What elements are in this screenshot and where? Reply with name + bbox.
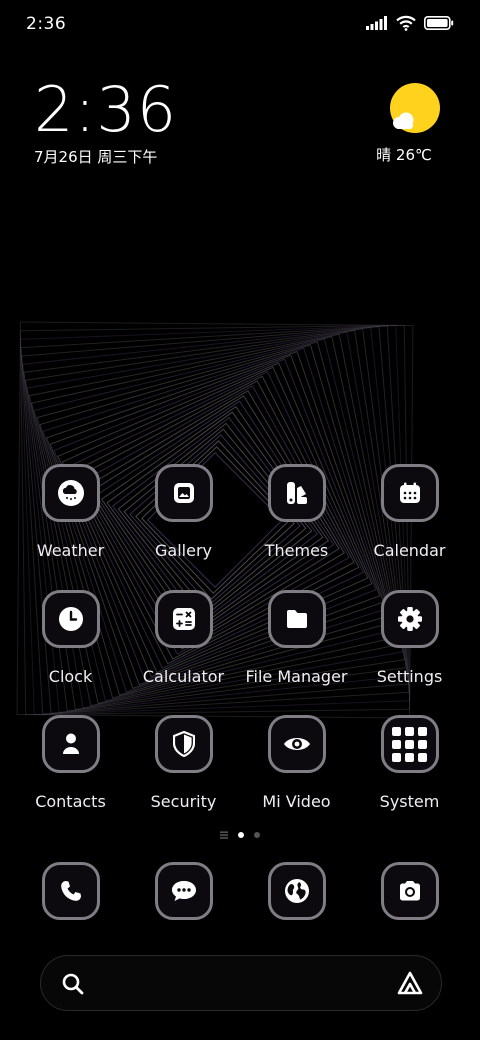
calculator-icon: [172, 608, 195, 630]
app-system-folder[interactable]: System: [353, 715, 466, 811]
app-icon-frame[interactable]: [154, 590, 213, 648]
app-mi-video[interactable]: Mi Video: [240, 715, 353, 811]
widget-date: 7月26日 周三下午: [34, 148, 158, 166]
app-icon-frame[interactable]: [41, 862, 100, 920]
app-contacts[interactable]: Contacts: [14, 715, 127, 811]
app-weather[interactable]: Weather: [14, 464, 127, 560]
app-label: Themes: [264, 541, 329, 560]
app-icon-frame[interactable]: [41, 590, 100, 648]
app-file-manager[interactable]: File Manager: [240, 590, 353, 686]
app-clock[interactable]: Clock: [14, 590, 127, 686]
gear-icon: [397, 607, 422, 631]
status-time: 2:36: [26, 14, 67, 34]
weather-label: 晴 26℃: [376, 146, 432, 164]
app-icon-frame[interactable]: [41, 715, 100, 773]
app-label: Calendar: [373, 541, 446, 560]
eye-icon: [283, 738, 310, 750]
signal-icon: [366, 16, 387, 30]
app-security[interactable]: Security: [127, 715, 240, 811]
dock-browser[interactable]: [240, 862, 353, 920]
status-bar: 2:36: [0, 0, 480, 50]
app-label: Clock: [48, 667, 93, 686]
app-drawer-lines-icon: [220, 831, 228, 839]
widget-time: 2:36: [34, 73, 178, 146]
app-icon-frame[interactable]: [380, 715, 439, 773]
person-icon: [62, 733, 79, 754]
app-label: File Manager: [245, 667, 348, 686]
themes-icon: [286, 482, 307, 504]
app-label: Security: [150, 792, 217, 811]
page-dot[interactable]: [254, 832, 260, 838]
dock-camera[interactable]: [353, 862, 466, 920]
app-themes[interactable]: Themes: [240, 464, 353, 560]
app-icon-frame[interactable]: [380, 862, 439, 920]
app-icon-frame[interactable]: [154, 715, 213, 773]
app-label: Weather: [36, 541, 105, 560]
app-label: Mi Video: [262, 792, 331, 811]
app-icon-frame[interactable]: [154, 862, 213, 920]
search-bar[interactable]: [40, 955, 442, 1011]
app-label: Settings: [376, 667, 443, 686]
battery-icon: [424, 16, 454, 30]
dock-messages[interactable]: [127, 862, 240, 920]
app-icon-frame[interactable]: [267, 862, 326, 920]
folder-icon: [286, 610, 307, 628]
app-icon-frame[interactable]: [380, 464, 439, 522]
shield-icon: [172, 731, 195, 757]
app-icon-frame[interactable]: [380, 590, 439, 648]
wifi-icon: [396, 15, 416, 31]
app-settings[interactable]: Settings: [353, 590, 466, 686]
app-icon-frame[interactable]: [267, 590, 326, 648]
page-indicator[interactable]: [0, 828, 480, 842]
app-icon-frame[interactable]: [41, 464, 100, 522]
app-calculator[interactable]: Calculator: [127, 590, 240, 686]
clock-icon: [58, 607, 83, 631]
app-label: Gallery: [155, 541, 212, 560]
message-icon: [171, 881, 196, 901]
status-icons: [366, 15, 454, 31]
app-icon-frame[interactable]: [154, 464, 213, 522]
app-label: System: [379, 792, 440, 811]
image-icon: [173, 483, 194, 503]
app-calendar[interactable]: Calendar: [353, 464, 466, 560]
app-icon-frame[interactable]: [267, 715, 326, 773]
app-label: Contacts: [35, 792, 106, 811]
cloud-snow-icon: [57, 480, 84, 506]
app-icon-frame[interactable]: [267, 464, 326, 522]
app-label: Calculator: [142, 667, 225, 686]
weather-widget[interactable]: 晴 26℃: [376, 82, 444, 165]
camera-icon: [399, 881, 420, 901]
app-gallery[interactable]: Gallery: [127, 464, 240, 560]
sunny-weather-icon: [390, 83, 440, 133]
assistant-icon[interactable]: [395, 970, 425, 996]
page-dot-active[interactable]: [238, 832, 244, 838]
app-folder-icon: [392, 726, 427, 762]
browser-globe-icon: [284, 879, 309, 903]
search-icon[interactable]: [61, 972, 85, 996]
phone-icon: [60, 881, 81, 901]
dock-phone[interactable]: [14, 862, 127, 920]
clock-widget[interactable]: 2:36 7月26日 周三下午: [34, 78, 177, 167]
calendar-icon: [399, 482, 420, 503]
